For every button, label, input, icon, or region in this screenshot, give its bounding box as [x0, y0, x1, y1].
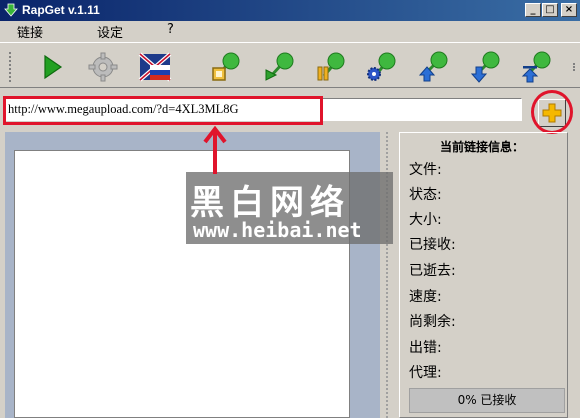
config-button[interactable] — [364, 50, 398, 84]
play-icon — [44, 54, 63, 80]
app-download-icon — [4, 3, 18, 17]
info-errors-label: 出错: — [409, 340, 442, 356]
maximize-button[interactable]: □ — [542, 3, 558, 17]
stop-icon — [212, 52, 240, 81]
toolbar — [0, 42, 580, 88]
settings-button[interactable] — [86, 50, 120, 84]
pause-icon — [317, 52, 345, 81]
start-button[interactable] — [35, 50, 69, 84]
config-icon — [367, 52, 396, 81]
language-button[interactable] — [138, 50, 172, 84]
progress-text: 0% 已接收 — [457, 393, 517, 407]
menu-help[interactable]: ? — [167, 22, 174, 37]
title-bar: RapGet v.1.11 _ □ × — [0, 0, 580, 21]
stop-button[interactable] — [208, 50, 242, 84]
info-proxy-label: 代理: — [409, 365, 442, 381]
annotation-rectangle — [3, 96, 323, 125]
watermark-title: 黑白网络 — [190, 183, 350, 223]
annotation-circle — [531, 90, 573, 134]
info-size-label: 大小: — [409, 212, 442, 228]
watermark-url: www.heibai.net — [193, 218, 362, 242]
menu-links[interactable]: 链接 — [17, 22, 43, 41]
resume-button[interactable] — [262, 50, 296, 84]
info-received-label: 已接收: — [409, 237, 456, 253]
resume-icon — [265, 52, 294, 81]
window-title: RapGet v.1.11 — [22, 3, 100, 17]
info-panel-title: 当前链接信息： — [440, 140, 525, 154]
info-remaining-label: 尚剩余: — [409, 314, 456, 330]
settings-gear-icon — [88, 52, 118, 82]
info-status-label: 状态: — [409, 187, 442, 203]
move-down-icon — [470, 51, 500, 83]
info-speed-label: 速度: — [409, 289, 442, 305]
toolbar-overflow[interactable] — [573, 63, 578, 71]
menu-settings[interactable]: 设定 — [97, 22, 123, 41]
progress-bar: 0% 已接收 — [409, 388, 565, 413]
move-up-icon — [418, 51, 448, 82]
link-info-panel: 当前链接信息： 文件: 状态: 大小: 已接收: 已逝去: 速度: 尚剩余: 出… — [399, 132, 568, 418]
move-top-button[interactable] — [519, 50, 553, 84]
pause-button[interactable] — [313, 50, 347, 84]
annotation-arrow-icon — [203, 126, 227, 174]
language-flag-icon — [138, 52, 172, 82]
info-file-label: 文件: — [409, 162, 442, 178]
move-up-button[interactable] — [416, 50, 450, 84]
toolbar-grip[interactable] — [9, 52, 15, 82]
close-button[interactable]: × — [561, 3, 577, 17]
move-top-icon — [521, 51, 551, 83]
menu-bar: 链接 设定 ? — [0, 21, 580, 41]
move-down-button[interactable] — [468, 50, 502, 84]
minimize-button[interactable]: _ — [525, 3, 541, 17]
info-elapsed-label: 已逝去: — [409, 263, 456, 279]
